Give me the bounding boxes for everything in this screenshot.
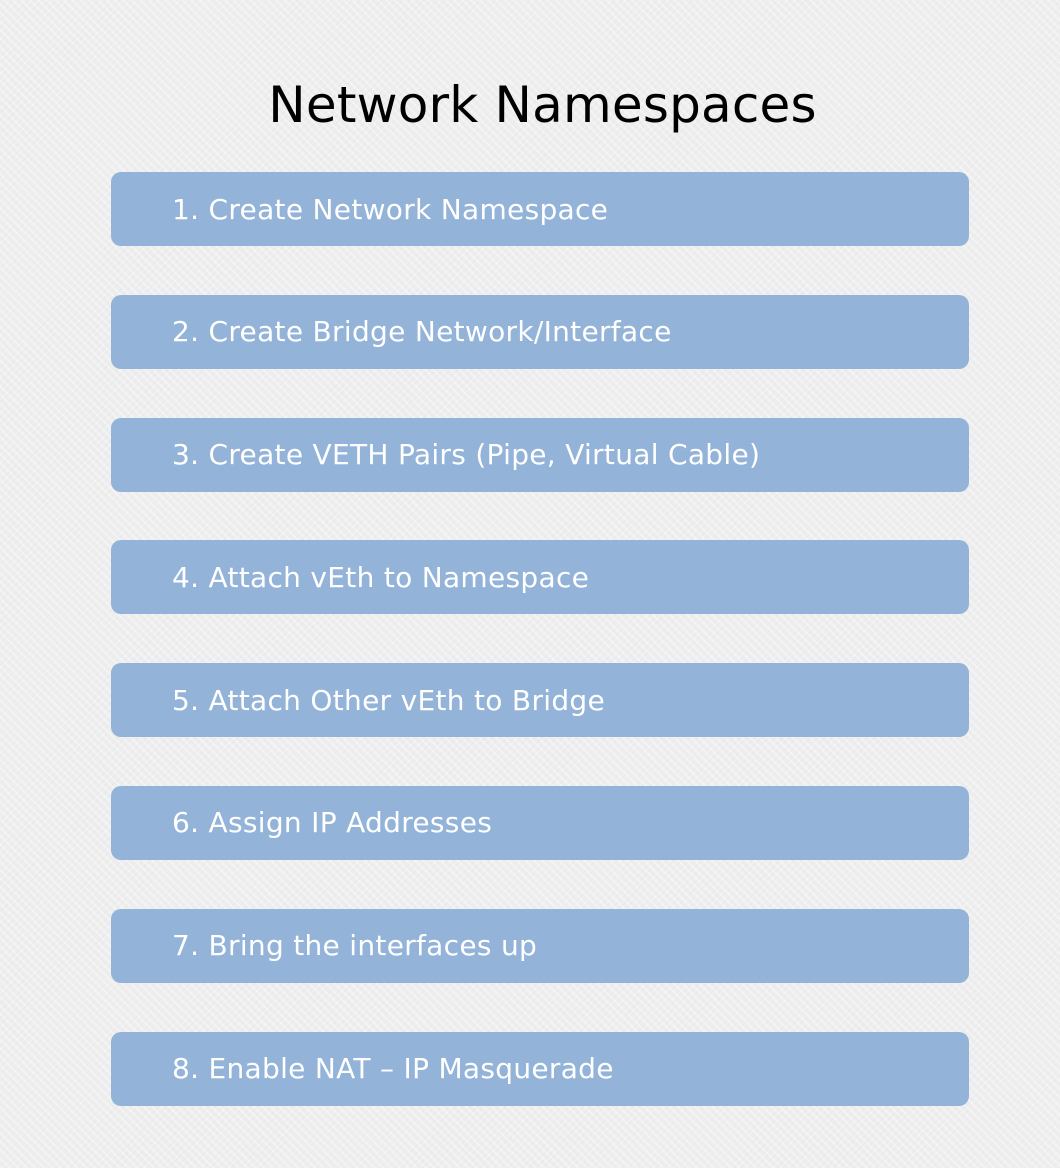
step-label: 5. Attach Other vEth to Bridge (172, 683, 606, 717)
step-box-6: 6. Assign IP Addresses (111, 785, 969, 860)
step-label: 3. Create VETH Pairs (Pipe, Virtual Cabl… (172, 438, 761, 472)
step-label: 6. Assign IP Addresses (172, 806, 493, 840)
step-label: 1. Create Network Namespace (172, 192, 609, 226)
step-box-5: 5. Attach Other vEth to Bridge (111, 663, 969, 738)
step-label: 7. Bring the interfaces up (172, 929, 538, 963)
step-box-3: 3. Create VETH Pairs (Pipe, Virtual Cabl… (111, 417, 969, 492)
step-label: 4. Attach vEth to Namespace (172, 560, 590, 594)
step-label: 8. Enable NAT – IP Masquerade (172, 1052, 614, 1086)
step-box-7: 7. Bring the interfaces up (111, 908, 969, 983)
step-box-8: 8. Enable NAT – IP Masquerade (111, 1031, 969, 1106)
slide: Network Namespaces 1. Create Network Nam… (0, 0, 1060, 1168)
step-label: 2. Create Bridge Network/Interface (172, 315, 672, 349)
steps-list: 1. Create Network Namespace 2. Create Br… (111, 172, 969, 1154)
step-box-2: 2. Create Bridge Network/Interface (111, 294, 969, 369)
step-box-4: 4. Attach vEth to Namespace (111, 540, 969, 615)
step-box-1: 1. Create Network Namespace (111, 172, 969, 246)
page-title: Network Namespaces (268, 75, 817, 134)
